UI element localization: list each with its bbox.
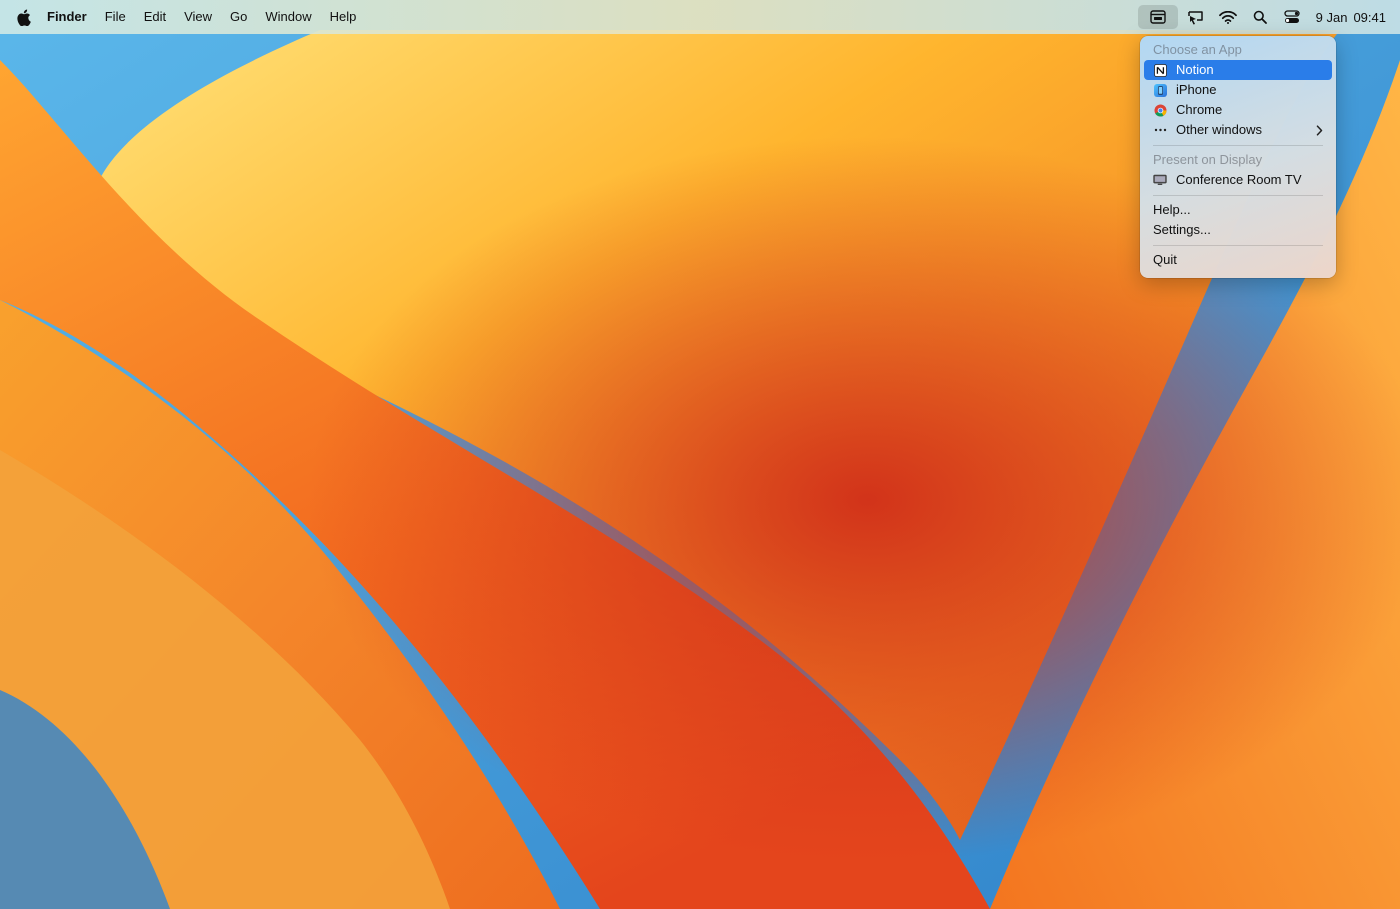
screen-mirror-icon[interactable] <box>1180 0 1212 34</box>
menu-file[interactable]: File <box>96 0 135 34</box>
iphone-mirroring-icon <box>1153 83 1167 97</box>
menu-view[interactable]: View <box>175 0 221 34</box>
menu-edit[interactable]: Edit <box>135 0 175 34</box>
menu-separator <box>1153 195 1323 196</box>
chevron-right-icon <box>1316 120 1323 140</box>
clock-time: 09:41 <box>1353 9 1386 25</box>
ellipsis-icon <box>1153 123 1167 137</box>
menu-go[interactable]: Go <box>221 0 256 34</box>
menu-item-quit[interactable]: Quit <box>1144 250 1332 270</box>
menu-item-label: iPhone <box>1176 82 1217 97</box>
menu-item-settings[interactable]: Settings... <box>1144 220 1332 240</box>
menu-help[interactable]: Help <box>321 0 366 34</box>
chrome-icon <box>1153 103 1167 117</box>
menu-item-other-windows[interactable]: Other windows <box>1144 120 1332 140</box>
menu-item-notion[interactable]: Notion <box>1144 60 1332 80</box>
menu-bar: Finder File Edit View Go Window Help 9 J… <box>0 0 1400 34</box>
clock-date: 9 Jan <box>1315 9 1348 25</box>
screen-sharing-icon[interactable] <box>1137 5 1178 29</box>
app-menu-finder[interactable]: Finder <box>38 0 96 34</box>
wifi-icon[interactable] <box>1212 0 1244 34</box>
present-on-display-heading: Present on Display <box>1153 152 1263 167</box>
apple-logo-icon[interactable] <box>14 0 32 34</box>
menu-item-help[interactable]: Help... <box>1144 200 1332 220</box>
menu-item-label: Other windows <box>1176 122 1262 137</box>
search-icon[interactable] <box>1244 0 1276 34</box>
menu-item-chrome[interactable]: Chrome <box>1144 100 1332 120</box>
menu-window[interactable]: Window <box>256 0 320 34</box>
menu-item-iphone[interactable]: iPhone <box>1144 80 1332 100</box>
display-icon <box>1153 173 1167 187</box>
menu-separator <box>1153 245 1323 246</box>
menu-item-conference-room-tv[interactable]: Conference Room TV <box>1144 170 1332 190</box>
menu-item-label: Conference Room TV <box>1176 172 1302 187</box>
control-center-icon[interactable] <box>1276 0 1308 34</box>
menu-separator <box>1153 145 1323 146</box>
choose-app-heading: Choose an App <box>1153 42 1242 57</box>
menu-bar-clock[interactable]: 9 Jan 09:41 <box>1308 10 1400 25</box>
screen-sharing-menu: Choose an App Notion iPhone Chrome Other… <box>1140 36 1336 278</box>
menu-item-label: Chrome <box>1176 102 1223 117</box>
menu-item-label: Notion <box>1176 62 1214 77</box>
notion-icon <box>1153 63 1167 77</box>
